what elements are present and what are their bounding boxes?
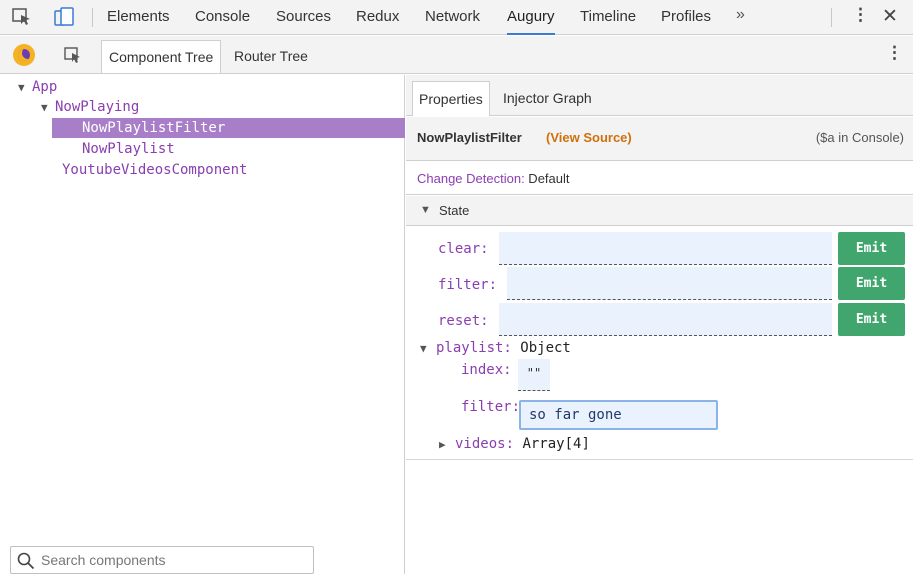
collapse-caret-icon[interactable]: ▼ (420, 204, 431, 216)
clear-emit-input[interactable] (499, 232, 832, 265)
tab-timeline[interactable]: Timeline (580, 7, 636, 35)
tab-sources[interactable]: Sources (276, 7, 331, 35)
output-key-clear: clear: (438, 241, 489, 257)
properties-tabbar: Properties Injector Graph (406, 75, 913, 116)
properties-panel: Properties Injector Graph NowPlaylistFil… (406, 75, 913, 574)
tab-network[interactable]: Network (425, 7, 480, 35)
inspect-element-icon[interactable] (11, 7, 33, 27)
toolbar-divider (92, 8, 93, 27)
tree-node-label: YoutubeVideosComponent (62, 162, 248, 178)
expand-caret-icon[interactable]: ▼ (41, 98, 55, 118)
tree-node-nowplaylistfilter[interactable]: NowPlaylistFilter (52, 118, 405, 138)
tab-profiles[interactable]: Profiles (661, 7, 711, 35)
search-icon (17, 552, 35, 570)
device-mode-icon[interactable] (53, 7, 75, 27)
tree-node-app[interactable]: ▼ App (18, 77, 57, 97)
change-detection-row: Change Detection: Default (406, 162, 913, 195)
tree-node-youtubevideoscomponent[interactable]: YoutubeVideosComponent (62, 160, 247, 180)
playlist-type: Object (511, 340, 571, 356)
component-header: NowPlaylistFilter (View Source) ($a in C… (406, 117, 913, 161)
filter-value-input[interactable] (519, 400, 718, 430)
state-section-header[interactable]: ▼ State (406, 196, 913, 226)
videos-type: Array[4] (514, 436, 590, 452)
output-key-reset: reset: (438, 313, 489, 329)
tab-console[interactable]: Console (195, 7, 250, 35)
filter-key: filter: (461, 399, 521, 415)
tree-node-nowplaylist[interactable]: NowPlaylist (82, 139, 175, 159)
tab-injector-graph[interactable]: Injector Graph (503, 81, 592, 116)
section-divider (406, 459, 913, 460)
augury-logo-icon (13, 44, 35, 66)
close-icon[interactable]: ✕ (882, 5, 898, 28)
more-tabs-icon[interactable]: » (736, 6, 745, 24)
tab-router-tree[interactable]: Router Tree (234, 40, 308, 73)
emit-clear-button[interactable]: Emit (838, 232, 905, 265)
emit-filter-button[interactable]: Emit (838, 267, 905, 300)
videos-array-row[interactable]: ▶ videos: Array[4] (439, 436, 590, 452)
expand-caret-icon[interactable]: ▼ (420, 342, 436, 355)
search-input[interactable] (41, 551, 306, 569)
expand-caret-icon[interactable]: ▶ (439, 438, 455, 451)
reset-emit-input[interactable] (499, 303, 832, 336)
tree-node-label: NowPlaylistFilter (82, 120, 226, 136)
tab-properties[interactable]: Properties (412, 81, 490, 116)
tree-node-label: NowPlaying (55, 99, 140, 115)
output-key-filter: filter: (438, 277, 498, 293)
toolbar-divider (831, 8, 832, 27)
change-detection-value: Default (524, 171, 570, 186)
expand-caret-icon[interactable]: ▼ (18, 78, 32, 98)
emit-reset-button[interactable]: Emit (838, 303, 905, 336)
augury-toolbar: Component Tree Router Tree ⋮ (0, 36, 913, 74)
console-hint: ($a in Console) (815, 130, 904, 145)
playlist-key: playlist: (436, 340, 512, 356)
tree-node-label: App (32, 79, 58, 95)
search-box[interactable] (10, 546, 314, 574)
component-tree-panel: ▼ App ▼ NowPlaying NowPlaylistFilter NowPl… (0, 75, 405, 574)
tree-node-label: NowPlaylist (82, 141, 175, 157)
tree-node-nowplaying[interactable]: ▼ NowPlaying (41, 97, 139, 117)
devtools-toolbar: Elements Console Sources Redux Network A… (0, 0, 913, 35)
state-label: State (439, 203, 470, 218)
change-detection-label: Change Detection: Default (417, 171, 570, 186)
tab-elements[interactable]: Elements (107, 7, 170, 35)
tab-augury[interactable]: Augury (507, 7, 555, 35)
playlist-object-row[interactable]: ▼ playlist: Object (420, 340, 571, 356)
component-name: NowPlaylistFilter (417, 130, 522, 145)
videos-key: videos: (455, 436, 515, 452)
filter-emit-input[interactable] (507, 267, 832, 300)
index-value[interactable]: "" (518, 359, 550, 391)
devtools-menu-icon[interactable]: ⋮ (852, 5, 869, 25)
tab-redux[interactable]: Redux (356, 7, 399, 35)
tab-component-tree[interactable]: Component Tree (101, 40, 222, 73)
select-component-icon[interactable] (63, 46, 83, 64)
index-key: index: (461, 362, 512, 378)
augury-menu-icon[interactable]: ⋮ (886, 43, 903, 63)
view-source-link[interactable]: (View Source) (546, 130, 632, 145)
